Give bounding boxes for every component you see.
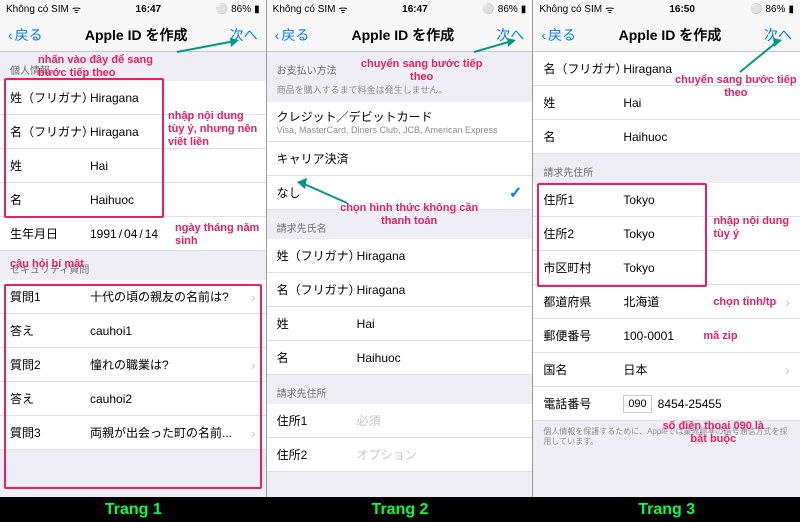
bluetooth-icon: ⚪: [750, 4, 762, 15]
chevron-left-icon: ‹: [541, 27, 546, 43]
battery-pct: 86%: [231, 4, 251, 15]
privacy-footer: 個人情報を保護するために、Appleでは業界標準の暗号通信方式を採用しています。: [533, 421, 800, 454]
battery-pct: 86%: [765, 4, 785, 15]
row-mei-furigana[interactable]: 名（フリガナ）Hiragana: [0, 115, 266, 149]
battery-icon: ▮: [254, 4, 260, 15]
row-a2[interactable]: 答えcauhoi2: [0, 382, 266, 416]
phone-3: Không có SIMᯤ 16:50 ⚪86%▮ ‹戻る Apple ID を…: [533, 0, 800, 497]
status-time: 16:47: [402, 4, 428, 15]
row-zip[interactable]: 郵便番号100-0001: [533, 319, 800, 353]
nav-bar: ‹戻る Apple ID を作成 次へ: [0, 18, 266, 52]
nav-title: Apple ID を作成: [351, 25, 454, 45]
row-addr1[interactable]: 住所1必須: [267, 404, 533, 438]
next-button[interactable]: 次へ: [496, 25, 524, 45]
nav-bar: ‹戻る Apple ID を作成 次へ: [267, 18, 533, 52]
carrier-text: Không có SIM: [273, 4, 336, 15]
chevron-right-icon: ›: [251, 425, 256, 441]
back-button[interactable]: ‹戻る: [275, 25, 310, 45]
row-sei-furigana[interactable]: 姓（フリガナ）Hiragana: [0, 81, 266, 115]
phone-2: Không có SIMᯤ 16:47 ⚪ 86%▮ ‹戻る Apple ID を…: [267, 0, 534, 497]
row-city[interactable]: 市区町村Tokyo: [533, 251, 800, 285]
row-q1[interactable]: 質問1十代の頃の親友の名前は?›: [0, 280, 266, 314]
section-billing-addr: 請求先住所: [267, 375, 533, 404]
status-bar: Không có SIMᯤ 16:47 ⚪ 86%▮: [267, 0, 533, 18]
next-button[interactable]: 次へ: [230, 25, 258, 45]
back-button[interactable]: ‹戻る: [541, 25, 576, 45]
row-addr2[interactable]: 住所2オプション: [267, 438, 533, 472]
next-button[interactable]: 次へ: [764, 25, 792, 45]
bluetooth-icon: ⚪: [482, 4, 494, 15]
phone-1: Không có SIMᯤ 16:47 ⚪86%▮ ‹戻る Apple ID を…: [0, 0, 267, 497]
row-carrier-billing[interactable]: キャリア決済: [267, 142, 533, 176]
row-mei-furigana[interactable]: 名（フリガナ）Hiragana: [267, 273, 533, 307]
section-security-q: セキュリティ質問: [0, 251, 266, 280]
row-credit-card[interactable]: クレジット／デビットカードVisa, MasterCard, Diners Cl…: [267, 102, 533, 142]
status-time: 16:47: [136, 4, 162, 15]
section-personal-info: 個人情報: [0, 52, 266, 81]
row-mei[interactable]: 名Haihuoc: [267, 341, 533, 375]
chevron-left-icon: ‹: [8, 27, 13, 43]
row-addr2[interactable]: 住所2Tokyo: [533, 217, 800, 251]
chevron-right-icon: ›: [785, 362, 790, 378]
section-billing-name: 請求先氏名: [267, 210, 533, 239]
section-billing-addr: 請求先住所: [533, 154, 800, 183]
row-sei-furigana[interactable]: 姓（フリガナ）Hiragana: [267, 239, 533, 273]
row-phone[interactable]: 電話番号0908454-25455: [533, 387, 800, 421]
row-country[interactable]: 国名日本›: [533, 353, 800, 387]
status-bar: Không có SIMᯤ 16:47 ⚪86%▮: [0, 0, 266, 18]
row-mei[interactable]: 名Haihuoc: [533, 120, 800, 154]
row-sei[interactable]: 姓Hai: [0, 149, 266, 183]
row-none[interactable]: なし✓: [267, 176, 533, 210]
content-area: お支払い方法 商品を購入するまで料金は発生しません。 クレジット／デビットカード…: [267, 52, 533, 497]
back-button[interactable]: ‹戻る: [8, 25, 43, 45]
carrier-text: Không có SIM: [6, 4, 69, 15]
battery-pct: 86%: [498, 4, 518, 15]
wifi-icon: ᯤ: [338, 2, 347, 16]
row-mei[interactable]: 名Haihuoc: [0, 183, 266, 217]
row-mei-furigana[interactable]: 名（フリガナ）Hiragana: [533, 52, 800, 86]
row-q2[interactable]: 質問2憧れの職業は?›: [0, 348, 266, 382]
row-prefecture[interactable]: 都道府県北海道›: [533, 285, 800, 319]
bluetooth-icon: ⚪: [216, 4, 228, 15]
chevron-right-icon: ›: [251, 289, 256, 305]
chevron-right-icon: ›: [785, 294, 790, 310]
battery-icon: ▮: [788, 4, 794, 15]
status-time: 16:50: [669, 4, 695, 15]
section-payment-sub: 商品を購入するまで料金は発生しません。: [267, 81, 533, 102]
row-sei[interactable]: 姓Hai: [267, 307, 533, 341]
page-labels: Trang 1 Trang 2 Trang 3: [0, 497, 800, 522]
section-payment: お支払い方法: [267, 52, 533, 81]
status-bar: Không có SIMᯤ 16:50 ⚪86%▮: [533, 0, 800, 18]
wifi-icon: ᯤ: [72, 2, 81, 16]
nav-title: Apple ID を作成: [85, 25, 188, 45]
row-dob[interactable]: 生年月日1991/04/14: [0, 217, 266, 251]
carrier-text: Không có SIM: [539, 4, 602, 15]
wifi-icon: ᯤ: [605, 2, 614, 16]
chevron-right-icon: ›: [251, 357, 256, 373]
label-page3: Trang 3: [533, 497, 800, 522]
check-icon: ✓: [509, 183, 522, 203]
content-area: 個人情報 姓（フリガナ）Hiragana 名（フリガナ）Hiragana 姓Ha…: [0, 52, 266, 497]
label-page2: Trang 2: [267, 497, 534, 522]
row-q3[interactable]: 質問3両親が出会った町の名前...›: [0, 416, 266, 450]
content-area: 名（フリガナ）Hiragana 姓Hai 名Haihuoc 請求先住所 住所1T…: [533, 52, 800, 497]
row-sei[interactable]: 姓Hai: [533, 86, 800, 120]
nav-bar: ‹戻る Apple ID を作成 次へ: [533, 18, 800, 52]
battery-icon: ▮: [521, 4, 527, 15]
row-a1[interactable]: 答えcauhoi1: [0, 314, 266, 348]
chevron-left-icon: ‹: [275, 27, 280, 43]
nav-title: Apple ID を作成: [619, 25, 722, 45]
label-page1: Trang 1: [0, 497, 267, 522]
row-addr1[interactable]: 住所1Tokyo: [533, 183, 800, 217]
